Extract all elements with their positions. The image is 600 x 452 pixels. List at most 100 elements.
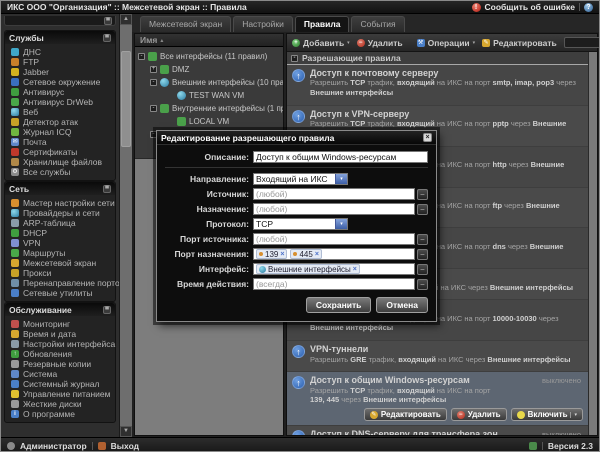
rules-section-header[interactable]: - Разрешающие правила bbox=[287, 52, 588, 65]
sidebar-item[interactable]: Мониторинг bbox=[11, 319, 115, 329]
browse-icon[interactable]: – bbox=[417, 248, 428, 260]
sidebar-item[interactable]: Детектор атак bbox=[11, 117, 115, 127]
tab[interactable]: Межсетевой экран bbox=[140, 16, 232, 32]
section-collapse-icon[interactable]: - bbox=[291, 54, 298, 62]
scrollbar-track[interactable] bbox=[120, 25, 132, 426]
sidebar-item[interactable]: ✉ Почта bbox=[11, 137, 115, 147]
source-port-field[interactable] bbox=[253, 233, 415, 245]
sidebar-item[interactable]: Жесткие диски bbox=[11, 399, 115, 409]
collapse-panel-icon[interactable]: ▀ bbox=[104, 16, 112, 25]
collapse-panel-icon[interactable]: ▀ bbox=[103, 305, 111, 314]
sidebar-section-header[interactable]: Сеть ▀ bbox=[5, 182, 115, 195]
sidebar-item[interactable]: Система bbox=[11, 369, 115, 379]
tree-row[interactable]: TEST WAN VM bbox=[135, 89, 283, 102]
help-icon[interactable]: ? bbox=[584, 2, 593, 12]
sidebar-item[interactable]: Журнал ICQ bbox=[11, 127, 115, 137]
tree-row[interactable]: + DMZ bbox=[135, 63, 283, 76]
rule-row[interactable]: ↑ Доступ к почтовому серверу Разрешить T… bbox=[287, 65, 588, 106]
browse-icon[interactable]: – bbox=[417, 233, 428, 245]
rule-action-button[interactable]: − Удалить bbox=[450, 408, 507, 422]
remove-tag-icon[interactable]: × bbox=[280, 251, 284, 258]
sidebar-item[interactable]: Хранилище файлов bbox=[11, 157, 115, 167]
source-field[interactable] bbox=[253, 188, 415, 200]
sidebar-item[interactable]: Сетевое окружение bbox=[11, 77, 115, 87]
browse-icon[interactable]: – bbox=[417, 203, 428, 215]
destination-field[interactable] bbox=[253, 203, 415, 215]
destination-port-field[interactable]: 139 × 445 × bbox=[253, 248, 415, 260]
tree-row[interactable]: - Внутренние интерфейсы (1 правило) bbox=[135, 102, 283, 115]
tab[interactable]: События bbox=[351, 16, 405, 32]
sidebar-item[interactable]: VPN bbox=[11, 238, 115, 248]
rule-action-button[interactable]: ✎ Редактировать bbox=[363, 408, 447, 422]
close-icon[interactable]: × bbox=[423, 133, 432, 142]
sidebar-item[interactable]: Jabber bbox=[11, 67, 115, 77]
rules-scrollbar[interactable] bbox=[588, 52, 597, 435]
sidebar-item[interactable]: ⚙ Все службы bbox=[11, 167, 115, 177]
sidebar-item[interactable]: Мастер настройки сети bbox=[11, 198, 115, 208]
dialog-title-bar[interactable]: Редактирование разрешающего правила × bbox=[157, 131, 436, 145]
description-field[interactable] bbox=[253, 151, 428, 163]
sidebar-item[interactable]: Резервные копии bbox=[11, 359, 115, 369]
sidebar-item[interactable]: Веб bbox=[11, 107, 115, 117]
sidebar-item[interactable]: Сертификаты bbox=[11, 147, 115, 157]
interface-tag[interactable]: Внешние интерфейсы × bbox=[256, 264, 360, 274]
tree-row[interactable]: - Все интерфейсы (11 правил) bbox=[135, 50, 283, 63]
sidebar-item[interactable]: Провайдеры и сети bbox=[11, 208, 115, 218]
direction-select[interactable]: Входящий на ИКС ▾ bbox=[253, 173, 348, 185]
report-error-link[interactable]: Сообщить об ошибке bbox=[485, 2, 575, 12]
sidebar-item[interactable]: i О программе bbox=[11, 409, 115, 419]
tab[interactable]: Настройки bbox=[233, 16, 293, 32]
interface-field[interactable]: Внешние интерфейсы × bbox=[253, 263, 415, 275]
browse-icon[interactable]: – bbox=[417, 263, 428, 275]
rule-row[interactable]: ↑ Доступ к общим Windows-ресурсам Разреш… bbox=[287, 372, 588, 427]
tab[interactable]: Правила bbox=[294, 16, 350, 32]
sidebar-item[interactable]: Антивирус DrWeb bbox=[11, 97, 115, 107]
collapse-panel-icon[interactable]: ▀ bbox=[103, 33, 111, 42]
chevron-down-icon[interactable]: ▾ bbox=[335, 174, 347, 184]
tree-expander-icon[interactable]: - bbox=[150, 105, 157, 112]
save-button[interactable]: Сохранить bbox=[305, 297, 372, 313]
operations-button[interactable]: ⚒ Операции ▾ bbox=[416, 38, 475, 48]
collapse-panel-icon[interactable]: ▀ bbox=[103, 184, 111, 193]
sidebar-item[interactable]: Сетевые утилиты bbox=[11, 288, 115, 298]
tree-expander-icon[interactable]: - bbox=[150, 79, 157, 86]
logout-link[interactable]: Выход bbox=[111, 441, 139, 451]
sidebar-item[interactable]: ДНС bbox=[11, 47, 115, 57]
scrollbar-thumb[interactable] bbox=[121, 51, 131, 147]
scroll-down-icon[interactable]: ▼ bbox=[120, 426, 132, 437]
sidebar-item[interactable]: Время и дата bbox=[11, 329, 115, 339]
tree-expander-icon[interactable]: + bbox=[150, 66, 157, 73]
sidebar-item[interactable]: Прокси bbox=[11, 268, 115, 278]
port-tag[interactable]: 445 × bbox=[290, 249, 322, 259]
rule-row[interactable]: ↑ Доступ к DNS-серверу для трансфера зон… bbox=[287, 426, 588, 435]
sidebar-item[interactable]: Перенаправление портов bbox=[11, 278, 119, 288]
protocol-select[interactable]: TCP ▾ bbox=[253, 218, 348, 230]
port-tag[interactable]: 139 × bbox=[256, 249, 288, 259]
chevron-down-icon[interactable]: ▾ bbox=[335, 219, 347, 229]
sidebar-item[interactable]: Системный журнал bbox=[11, 379, 115, 389]
tree-row[interactable]: LOCAL VM bbox=[135, 115, 283, 128]
tree-expander-icon[interactable]: - bbox=[138, 53, 145, 60]
browse-icon[interactable]: – bbox=[417, 278, 428, 290]
tree-row[interactable]: - Внешние интерфейсы (10 правил) bbox=[135, 76, 283, 89]
rule-action-button[interactable]: Включить ▾ bbox=[510, 408, 583, 422]
sidebar-item[interactable]: Управление питанием bbox=[11, 389, 115, 399]
scroll-up-icon[interactable]: ▲ bbox=[120, 14, 132, 25]
remove-tag-icon[interactable]: × bbox=[353, 266, 357, 273]
sidebar-item[interactable]: Маршруты bbox=[11, 248, 115, 258]
remove-tag-icon[interactable]: × bbox=[315, 251, 319, 258]
cancel-button[interactable]: Отмена bbox=[376, 297, 428, 313]
sidebar-item[interactable]: FTP bbox=[11, 57, 115, 67]
current-user-label[interactable]: Администратор bbox=[20, 441, 87, 451]
time-field[interactable] bbox=[253, 278, 415, 290]
sidebar-item[interactable]: Антивирус bbox=[11, 87, 115, 97]
edit-button[interactable]: ✎ Редактировать bbox=[482, 38, 557, 48]
sidebar-item[interactable]: ↑ Обновления bbox=[11, 349, 115, 359]
sidebar-scrollbar[interactable]: ▲ ▼ bbox=[119, 14, 132, 437]
sidebar-item[interactable]: DHCP bbox=[11, 228, 115, 238]
rules-search-input[interactable] bbox=[566, 37, 599, 48]
sidebar-section-header[interactable]: Обслуживание ▀ bbox=[5, 303, 115, 316]
tree-column-header[interactable]: Имя ▴ bbox=[135, 34, 283, 47]
sidebar-item[interactable]: Межсетевой экран bbox=[11, 258, 115, 268]
sidebar-item[interactable]: Настройки интерфейса bbox=[11, 339, 115, 349]
